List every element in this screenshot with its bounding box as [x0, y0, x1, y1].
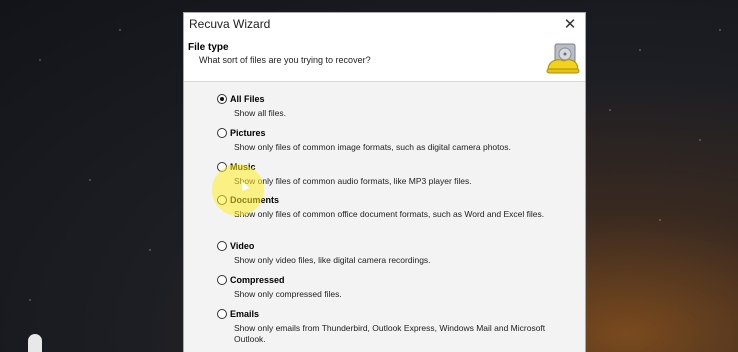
corner-logo-icon [28, 334, 42, 352]
option-desc: Show only files of common audio formats,… [234, 176, 472, 186]
radio-documents[interactable] [217, 195, 227, 205]
option-music[interactable]: Music Show only files of common audio fo… [217, 161, 577, 187]
option-desc: Show all files. [234, 108, 286, 118]
option-video[interactable]: Video Show only video files, like digita… [217, 240, 577, 266]
option-documents[interactable]: Documents Show only files of common offi… [217, 194, 577, 220]
recuva-hardhat-drive-icon [546, 43, 580, 74]
radio-music[interactable] [217, 162, 227, 172]
close-icon[interactable]: ✕ [555, 13, 585, 35]
option-desc: Show only video files, like digital came… [234, 255, 431, 265]
option-desc: Show only compressed files. [234, 289, 342, 299]
option-desc: Show only emails from Thunderbird, Outlo… [234, 323, 546, 344]
option-pictures[interactable]: Pictures Show only files of common image… [217, 127, 577, 153]
wizard-header: File type What sort of files are you try… [184, 35, 585, 82]
option-compressed[interactable]: Compressed Show only compressed files. [217, 274, 577, 300]
option-all-files[interactable]: All Files Show all files. [217, 93, 577, 119]
radio-compressed[interactable] [217, 275, 227, 285]
radio-all-files[interactable] [217, 94, 227, 104]
page-title: File type [188, 42, 229, 53]
page-subtitle: What sort of files are you trying to rec… [199, 55, 371, 65]
window-title: Recuva Wizard [189, 17, 271, 31]
radio-emails[interactable] [217, 309, 227, 319]
radio-pictures[interactable] [217, 128, 227, 138]
option-emails[interactable]: Emails Show only emails from Thunderbird… [217, 308, 577, 345]
radio-video[interactable] [217, 241, 227, 251]
title-bar[interactable]: Recuva Wizard ✕ [184, 13, 585, 35]
option-desc: Show only files of common office documen… [234, 209, 545, 219]
option-desc: Show only files of common image formats,… [234, 142, 511, 152]
